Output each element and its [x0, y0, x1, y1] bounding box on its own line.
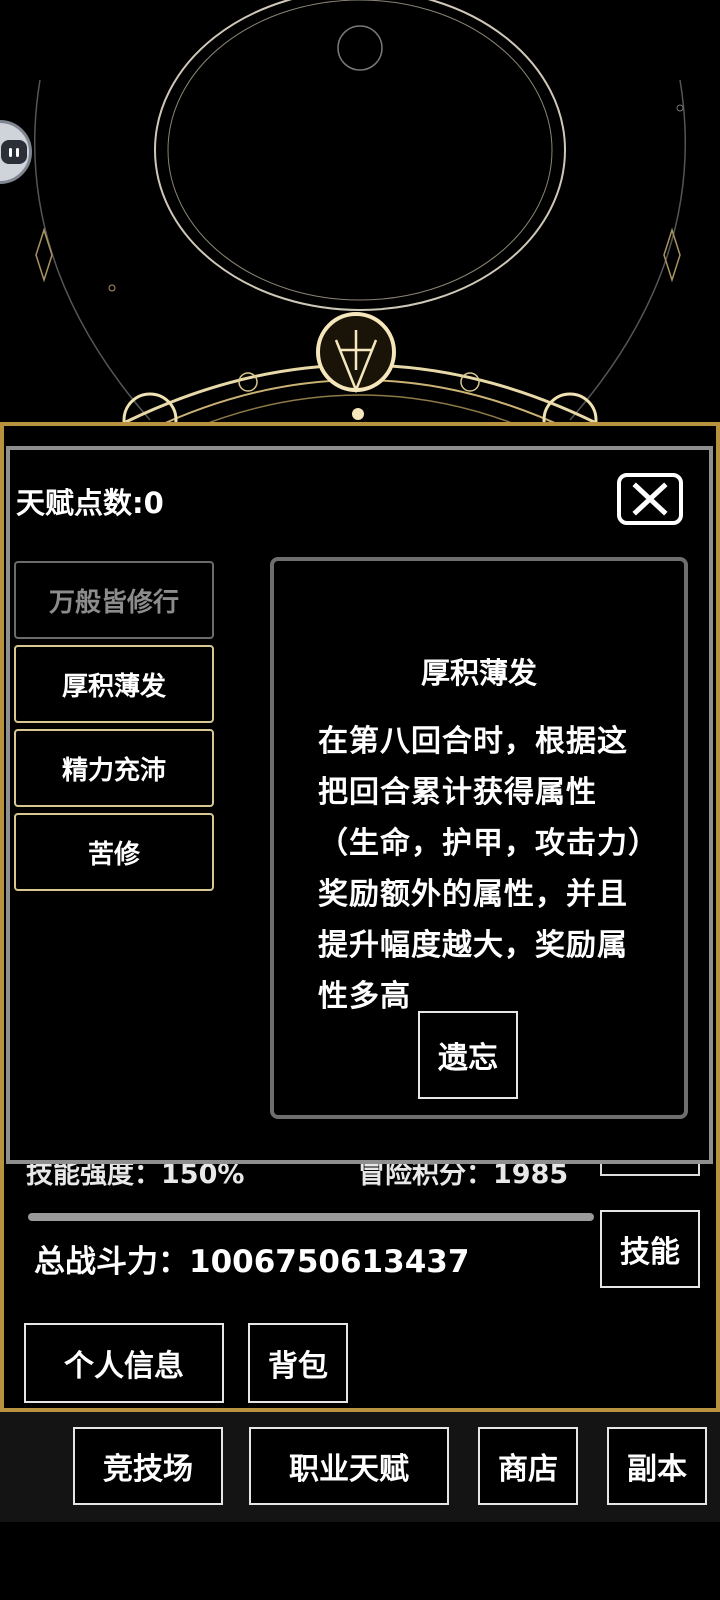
close-icon [632, 482, 668, 516]
nav-class-talent-button[interactable]: 职业天赋 [249, 1427, 449, 1505]
total-power-label: 总战斗力：1006750613437 [34, 1244, 470, 1280]
progress-bar [28, 1213, 594, 1221]
talent-detail-title: 厚积薄发 [420, 656, 537, 690]
bag-button[interactable]: 背包 [248, 1323, 348, 1403]
skills-button[interactable]: 技能 [600, 1210, 700, 1288]
talent-tab-kuxiu[interactable]: 苦修 [14, 813, 214, 891]
talent-tab-jingli[interactable]: 精力充沛 [14, 729, 214, 807]
magic-circle-background [34, 0, 686, 430]
nav-dungeon-button[interactable]: 副本 [607, 1427, 707, 1505]
profile-button[interactable]: 个人信息 [24, 1323, 224, 1403]
talent-tab-wanban[interactable]: 万般皆修行 [14, 561, 214, 639]
talent-points-label: 天赋点数:0 [16, 486, 164, 520]
dialog-top-strip [6, 432, 713, 446]
nav-arena-button[interactable]: 竞技场 [73, 1427, 223, 1505]
forget-button[interactable]: 遗忘 [418, 1011, 518, 1099]
close-button[interactable] [617, 473, 683, 525]
talent-detail-description: 在第八回合时，根据这把回合累计获得属性（生命，护甲，攻击力）奖励额外的属性，并且… [318, 724, 644, 1014]
talent-tab-houji[interactable]: 厚积薄发 [14, 645, 214, 723]
nav-shop-button[interactable]: 商店 [478, 1427, 578, 1505]
